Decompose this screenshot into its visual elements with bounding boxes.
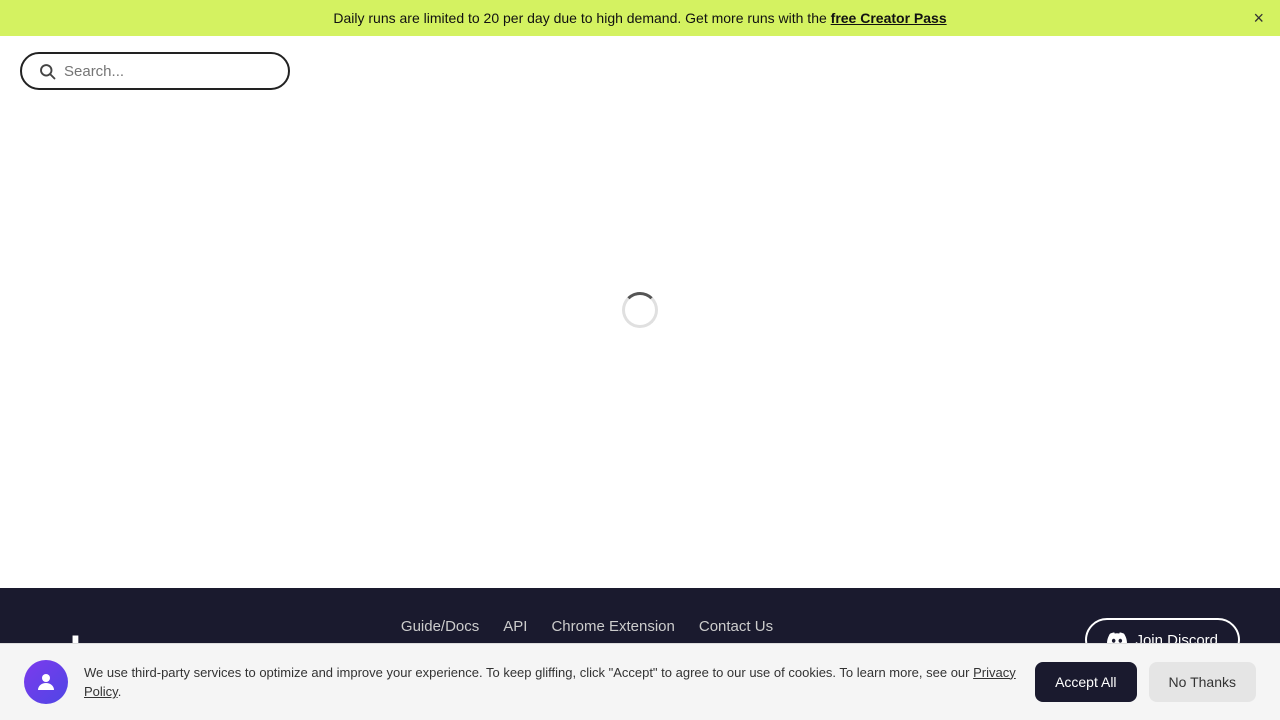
main-content <box>0 106 1280 514</box>
footer-nav-row-1: Guide/Docs API Chrome Extension Contact … <box>100 618 1074 635</box>
avatar-icon <box>34 670 58 694</box>
search-input[interactable] <box>64 63 272 80</box>
accept-cookies-button[interactable]: Accept All <box>1035 662 1136 702</box>
cookie-avatar <box>24 660 68 704</box>
cookie-buttons: Accept All No Thanks <box>1035 662 1256 702</box>
decline-cookies-button[interactable]: No Thanks <box>1149 662 1256 702</box>
creator-pass-link[interactable]: free Creator Pass <box>831 10 947 26</box>
footer-link-guide-docs[interactable]: Guide/Docs <box>401 618 479 635</box>
cookie-privacy-link[interactable]: Privacy Policy <box>84 665 1016 700</box>
footer-link-chrome-extension[interactable]: Chrome Extension <box>551 618 674 635</box>
banner-close-button[interactable]: × <box>1253 9 1264 27</box>
loading-spinner <box>622 292 658 328</box>
cookie-text: We use third-party services to optimize … <box>84 663 1019 702</box>
cookie-banner-left: We use third-party services to optimize … <box>24 660 1019 704</box>
footer-link-api[interactable]: API <box>503 618 527 635</box>
banner-text: Daily runs are limited to 20 per day due… <box>333 10 830 26</box>
footer-link-contact-us[interactable]: Contact Us <box>699 618 773 635</box>
search-icon <box>38 62 56 80</box>
top-banner: Daily runs are limited to 20 per day due… <box>0 0 1280 36</box>
cookie-banner: We use third-party services to optimize … <box>0 643 1280 720</box>
search-bar-container <box>20 52 290 90</box>
main-header <box>0 36 1280 106</box>
